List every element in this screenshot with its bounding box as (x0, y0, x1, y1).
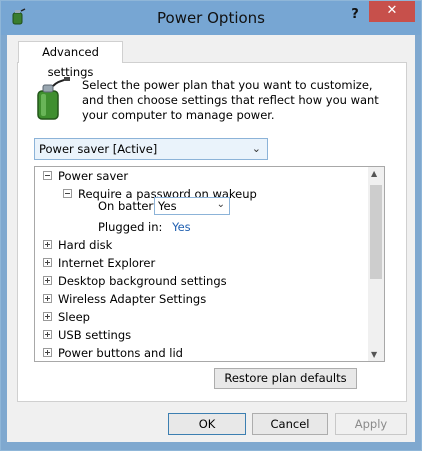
scroll-down-icon[interactable]: ▼ (371, 350, 377, 359)
tree-scrollbar[interactable]: ▲ ▼ (368, 167, 384, 361)
chevron-down-icon: ⌄ (251, 142, 261, 155)
tree-item-power-saver[interactable]: Power saver (43, 168, 128, 186)
title-bar[interactable]: Power Options ? ✕ (1, 1, 421, 35)
tree-item-usb-settings[interactable]: USB settings (43, 327, 131, 345)
tree-item-hard-disk[interactable]: Hard disk (43, 237, 112, 255)
power-plan-dropdown[interactable]: Power saver [Active] ⌄ (34, 138, 268, 160)
tree-item-label: USB settings (58, 328, 132, 342)
tree-item-sleep[interactable]: Sleep (43, 309, 90, 327)
collapse-icon[interactable] (63, 189, 72, 198)
close-button[interactable]: ✕ (369, 1, 415, 22)
tree-item-label: Desktop background settings (58, 274, 227, 288)
scrollbar-thumb[interactable] (370, 185, 382, 279)
tree-item-label: Power buttons and lid (58, 346, 183, 360)
expand-icon[interactable] (43, 240, 52, 249)
help-button[interactable]: ? (344, 5, 366, 27)
expand-icon[interactable] (43, 312, 52, 321)
chevron-down-icon: ⌄ (216, 199, 225, 210)
power-options-window: Power Options ? ✕ Advanced settings Sele… (0, 0, 422, 451)
tree-item-desktop-background[interactable]: Desktop background settings (43, 273, 227, 291)
advanced-settings-panel: Select the power plan that you want to c… (17, 62, 407, 402)
ok-button[interactable]: OK (168, 413, 246, 435)
dialog-body: Advanced settings Select the power plan … (7, 35, 415, 442)
collapse-icon[interactable] (43, 171, 52, 180)
battery-plug-icon (37, 77, 70, 120)
tree-item-label: Sleep (58, 310, 90, 324)
expand-icon[interactable] (43, 348, 52, 357)
apply-button[interactable]: Apply (335, 413, 407, 435)
tree-item-label: Wireless Adapter Settings (58, 292, 207, 306)
expand-icon[interactable] (43, 330, 52, 339)
tree-item-power-buttons[interactable]: Power buttons and lid (43, 345, 183, 361)
expand-icon[interactable] (43, 276, 52, 285)
tree-item-label: Power saver (58, 169, 129, 183)
tree-item-label: Hard disk (58, 238, 113, 252)
tree-item-internet-explorer[interactable]: Internet Explorer (43, 255, 155, 273)
settings-tree[interactable]: Power saver Require a password on wakeup… (34, 166, 385, 362)
tree-item-wireless-adapter[interactable]: Wireless Adapter Settings (43, 291, 206, 309)
scroll-up-icon[interactable]: ▲ (371, 169, 377, 178)
expand-icon[interactable] (43, 258, 52, 267)
cancel-button[interactable]: Cancel (252, 413, 328, 435)
description-text: Select the power plan that you want to c… (82, 78, 379, 122)
expand-icon[interactable] (43, 294, 52, 303)
restore-plan-defaults-button[interactable]: Restore plan defaults (214, 368, 357, 389)
plugged-in-label: Plugged in: (98, 220, 163, 234)
plugged-in-value[interactable]: Yes (172, 220, 191, 234)
on-battery-value: Yes (158, 199, 177, 213)
tree-item-label: Internet Explorer (58, 256, 156, 270)
power-plan-value: Power saver [Active] (39, 142, 158, 156)
tab-advanced-settings[interactable]: Advanced settings (18, 41, 123, 79)
on-battery-dropdown[interactable]: Yes ⌄ (154, 197, 230, 215)
plugged-in-row: Plugged in: Yes (98, 219, 191, 237)
